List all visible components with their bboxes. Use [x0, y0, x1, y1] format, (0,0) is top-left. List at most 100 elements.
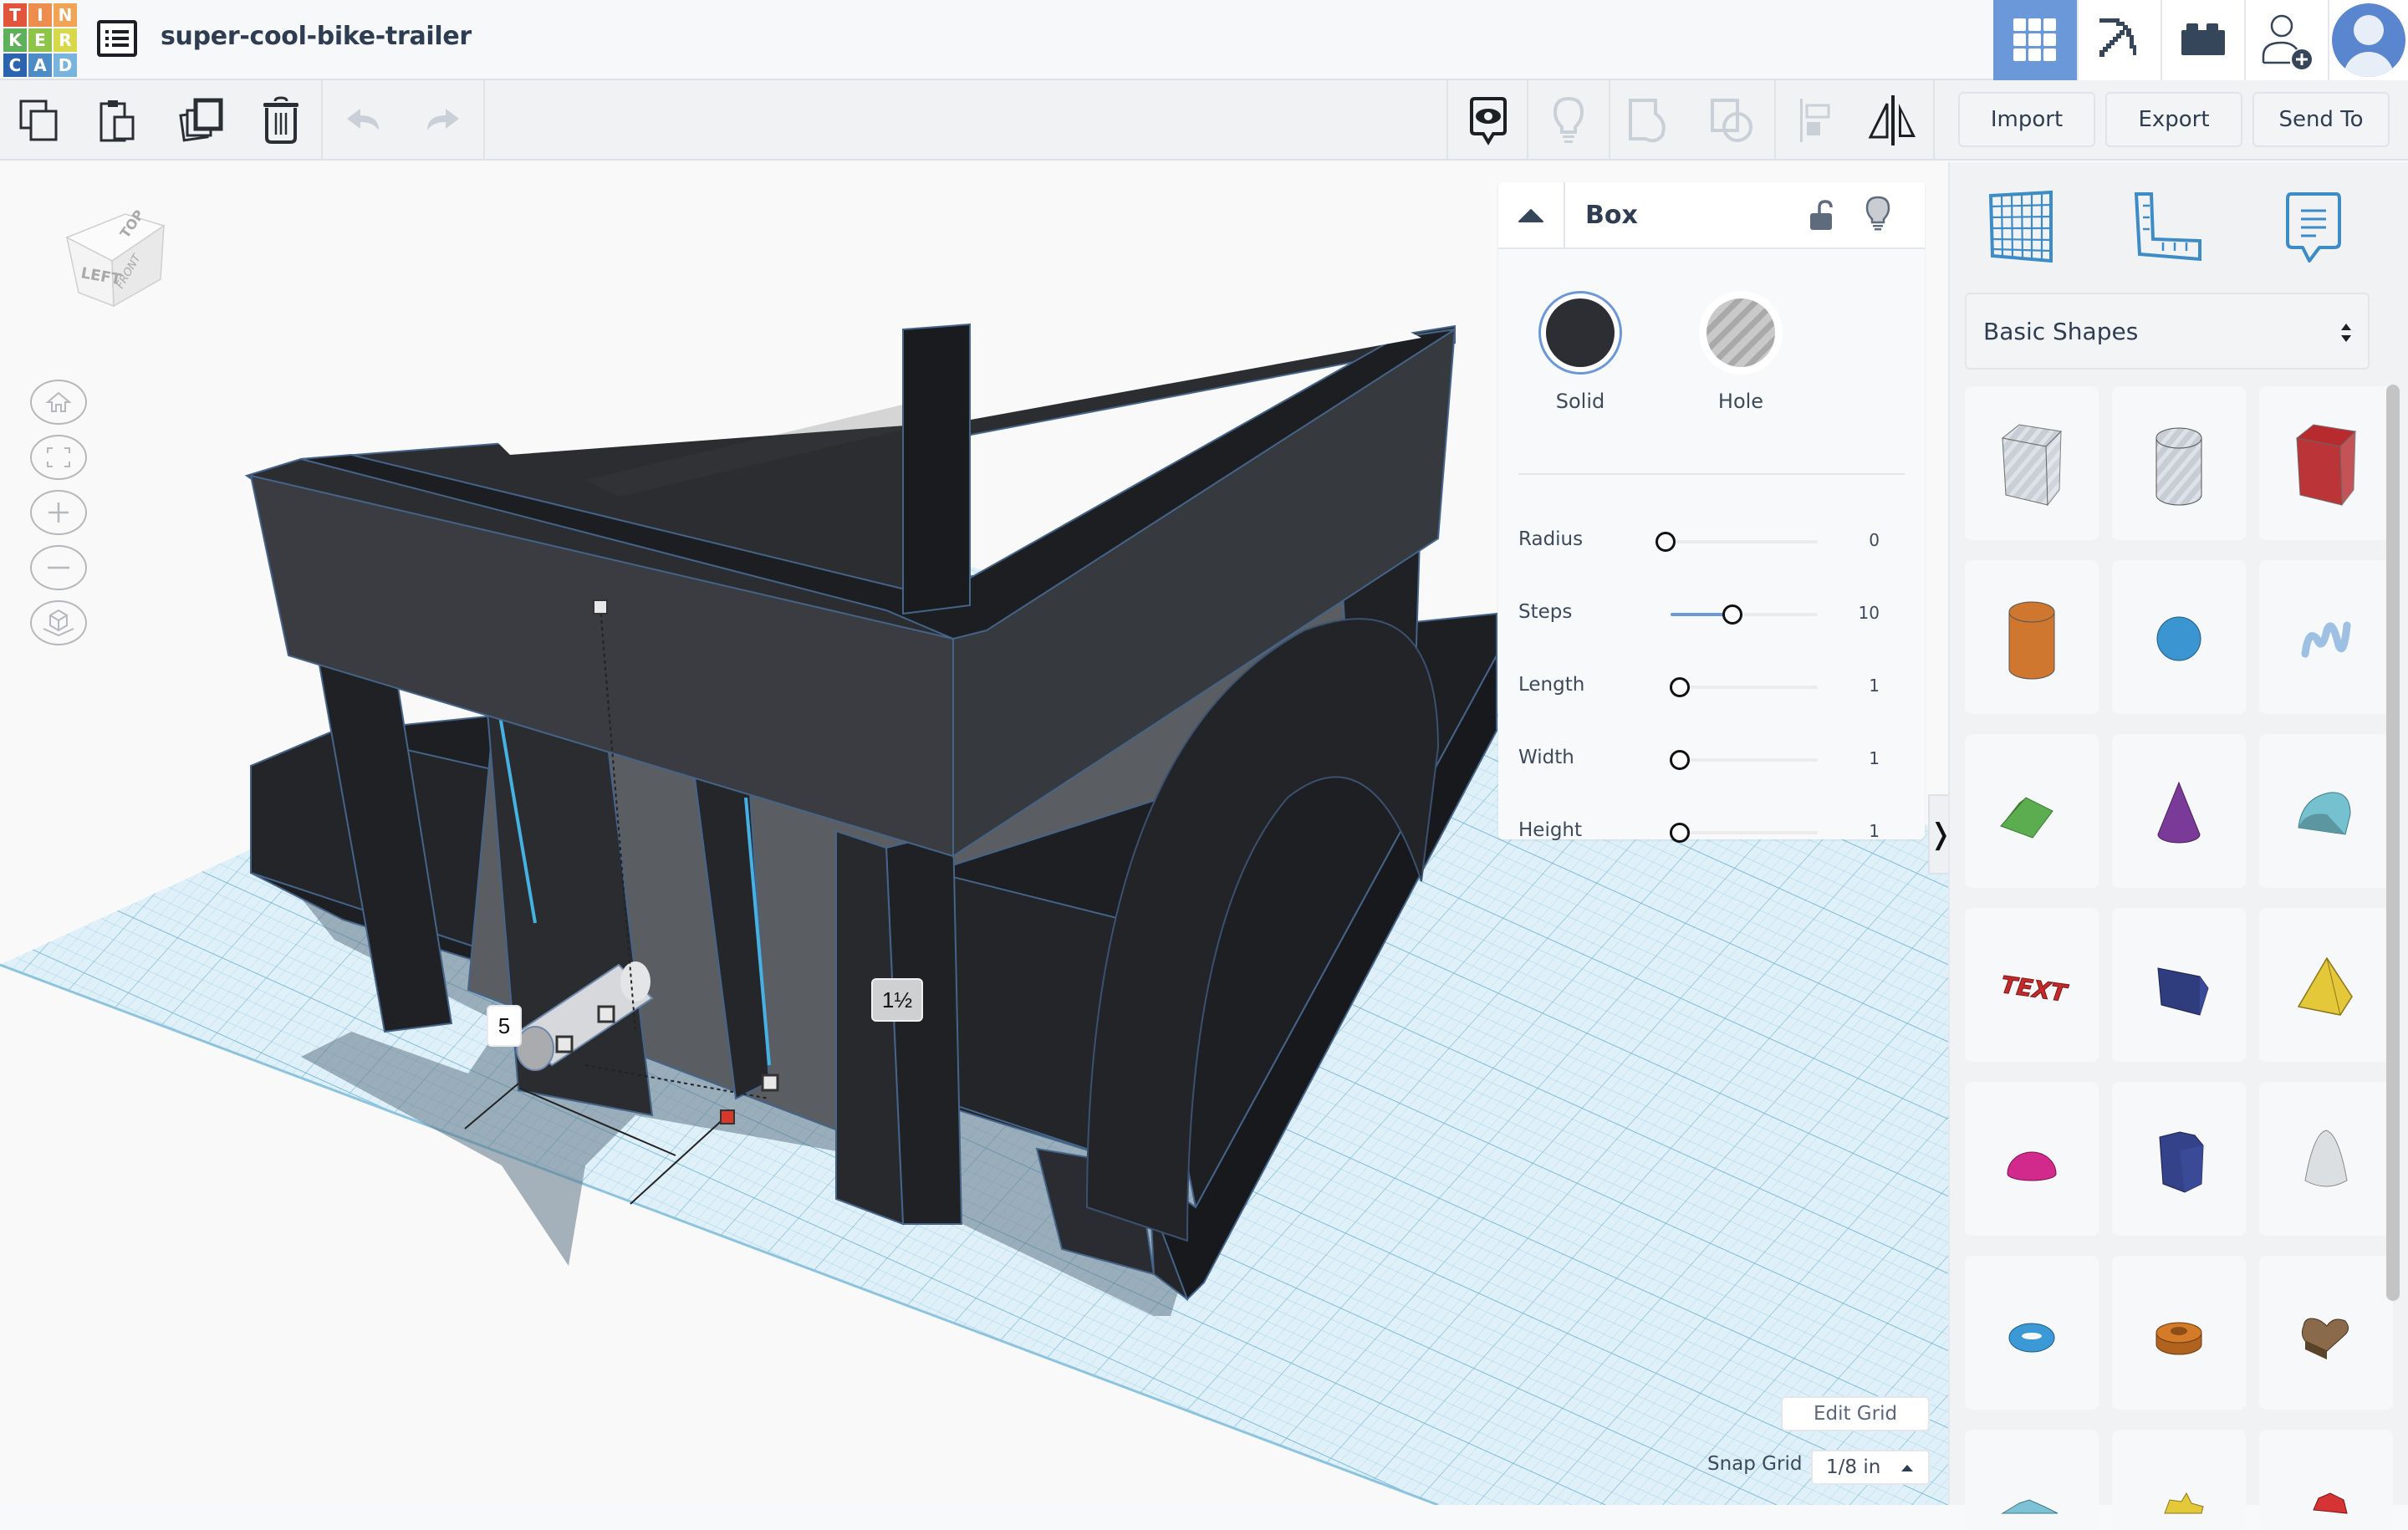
height-dimension-label[interactable]: 1½: [871, 978, 923, 1022]
corner-handle[interactable]: [597, 1005, 615, 1023]
mirror-button[interactable]: [1853, 80, 1933, 161]
zoom-in-button[interactable]: [30, 490, 87, 535]
solid-swatch[interactable]: [1538, 291, 1622, 375]
shape-tile-torus[interactable]: [1965, 1256, 2099, 1410]
delete-button[interactable]: [241, 80, 321, 161]
workplane-tool[interactable]: [1975, 181, 2067, 273]
shape-tile-box[interactable]: [2259, 386, 2393, 540]
param-slider[interactable]: [1669, 677, 1818, 697]
shape-tile-heart[interactable]: [2259, 1256, 2393, 1410]
3d-design-view-button[interactable]: [1993, 0, 2077, 80]
redo-button[interactable]: [401, 80, 482, 161]
workplane-grid-icon: [1988, 191, 2053, 263]
roundroof-shape-icon: [2298, 792, 2351, 835]
param-slider[interactable]: [1669, 823, 1818, 843]
param-value[interactable]: 1: [1869, 821, 1880, 841]
notes-tool[interactable]: [2268, 181, 2360, 273]
shape-tile-wedge[interactable]: [2112, 908, 2246, 1062]
shape-tile-sphere[interactable]: [2112, 560, 2246, 714]
logo-letter: K: [3, 28, 27, 52]
shape-tile-star[interactable]: [2112, 1430, 2246, 1530]
inspector-collapse-button[interactable]: [1498, 182, 1565, 249]
shape-tile-scribble[interactable]: [2259, 560, 2393, 714]
solid-mode-option[interactable]: Solid: [1530, 291, 1630, 413]
anchor-handle[interactable]: [720, 1109, 735, 1125]
param-value[interactable]: 0: [1869, 530, 1880, 550]
shape-tile-paraboloid[interactable]: [2259, 1082, 2393, 1236]
user-avatar[interactable]: [2328, 0, 2408, 80]
shape-tile-box-hole[interactable]: [1965, 386, 2099, 540]
hole-swatch[interactable]: [1699, 291, 1783, 375]
hole-label: Hole: [1717, 390, 1764, 413]
param-length: Length 1: [1518, 671, 1905, 704]
caret-up-icon: [1518, 209, 1543, 222]
export-button[interactable]: Export: [2105, 92, 2242, 147]
shape-tile-half-sphere[interactable]: [1965, 1082, 2099, 1236]
height-handle[interactable]: [593, 599, 608, 615]
lock-button[interactable]: [1809, 199, 1834, 236]
trash-icon: [263, 96, 298, 144]
home-view-button[interactable]: [30, 380, 87, 425]
shape-tile-text[interactable]: TEXT: [1965, 908, 2099, 1062]
shape-tile-tube[interactable]: [2112, 1256, 2246, 1410]
shape-tile-cylinder[interactable]: [1965, 560, 2099, 714]
corner-handle[interactable]: [761, 1074, 779, 1092]
hole-mode-option[interactable]: Hole: [1691, 291, 1791, 413]
param-slider[interactable]: [1669, 750, 1818, 770]
param-value[interactable]: 1: [1869, 748, 1880, 768]
param-slider[interactable]: [1671, 604, 1818, 625]
param-slider-knob[interactable]: [1669, 823, 1690, 843]
ungroup-button[interactable]: [1692, 80, 1773, 161]
paste-button[interactable]: [79, 80, 159, 161]
light-button[interactable]: [1865, 196, 1891, 236]
zoom-out-button[interactable]: [30, 545, 87, 590]
param-slider-knob[interactable]: [1722, 604, 1742, 625]
fit-icon: [47, 447, 70, 467]
show-all-button[interactable]: [1448, 80, 1528, 161]
duplicate-button[interactable]: [162, 80, 242, 161]
shape-category-select[interactable]: Basic Shapes: [1965, 293, 2370, 370]
fit-view-button[interactable]: [30, 435, 87, 480]
param-slider-knob[interactable]: [1669, 677, 1690, 697]
solid-label: Solid: [1555, 390, 1605, 413]
notes-toggle-button[interactable]: [1528, 80, 1609, 161]
send-to-button[interactable]: Send To: [2252, 92, 2390, 147]
tinkercad-logo[interactable]: TIN KER CAD: [3, 3, 77, 77]
param-value[interactable]: 10: [1859, 603, 1880, 623]
undo-icon: [347, 109, 379, 130]
snap-grid-label: Snap Grid: [1707, 1453, 1803, 1475]
ruler-tool[interactable]: [2122, 181, 2214, 273]
blocks-view-button[interactable]: [2077, 0, 2161, 80]
design-list-button[interactable]: [97, 20, 137, 57]
shape-tile-pyramid[interactable]: [2259, 908, 2393, 1062]
view-cube[interactable]: TOP LEFT FRONT: [30, 189, 172, 314]
shape-tile-star-partial[interactable]: [1965, 1430, 2099, 1530]
updown-caret-icon: [2341, 324, 2351, 342]
shape-tile-round-roof[interactable]: [2259, 734, 2393, 888]
param-slider-knob[interactable]: [1669, 750, 1690, 770]
shape-tile-cylinder-hole[interactable]: [2112, 386, 2246, 540]
length-dimension-label[interactable]: 5: [487, 1005, 522, 1047]
shape-tile-cone[interactable]: [2112, 734, 2246, 888]
copy-button[interactable]: [0, 80, 80, 161]
param-slider[interactable]: [1656, 532, 1818, 552]
shape-tile-icosahedron[interactable]: [2259, 1430, 2393, 1530]
shape-tile-polygon[interactable]: [2112, 1082, 2246, 1236]
group-button[interactable]: [1610, 80, 1691, 161]
logo-letter: I: [28, 3, 52, 27]
param-slider-knob[interactable]: [1656, 532, 1676, 552]
align-button[interactable]: [1776, 80, 1856, 161]
document-title[interactable]: super-cool-bike-trailer: [161, 22, 472, 51]
import-button[interactable]: Import: [1958, 92, 2095, 147]
shapes-scrollbar[interactable]: [2386, 385, 2400, 1301]
edit-grid-button[interactable]: Edit Grid: [1781, 1396, 1930, 1431]
perspective-toggle-button[interactable]: [30, 600, 87, 645]
snap-grid-select[interactable]: 1/8 in: [1811, 1450, 1930, 1485]
invite-user-button[interactable]: [2244, 0, 2328, 80]
corner-handle[interactable]: [555, 1035, 574, 1053]
undo-button[interactable]: [324, 80, 405, 161]
lightbulb-icon: [1865, 196, 1890, 231]
shape-tile-roof[interactable]: [1965, 734, 2099, 888]
param-value[interactable]: 1: [1869, 676, 1880, 696]
bricks-view-button[interactable]: [2161, 0, 2244, 80]
